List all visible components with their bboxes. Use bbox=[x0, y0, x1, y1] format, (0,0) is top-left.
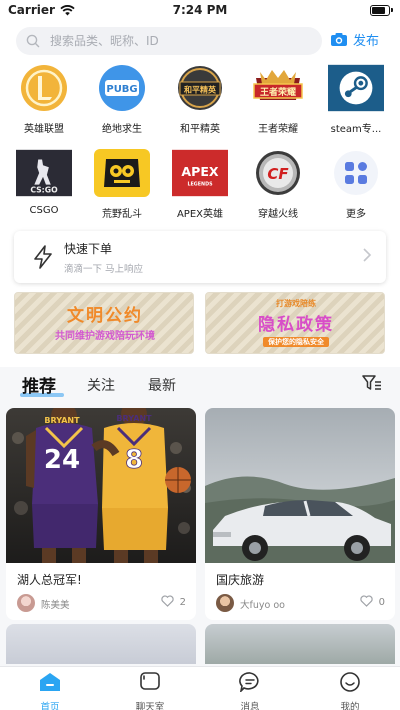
publish-label: 发布 bbox=[353, 34, 380, 49]
honor-of-kings-icon: 王者荣耀 bbox=[250, 64, 306, 112]
tab-recommend[interactable]: 推荐 bbox=[22, 372, 56, 397]
game-name: 更多 bbox=[346, 209, 366, 220]
game-item-honor-of-kings[interactable]: 王者荣耀 王者荣耀 bbox=[242, 64, 314, 135]
apex-badge-sub: LEGENDS bbox=[187, 182, 213, 188]
nav-label: 首页 bbox=[40, 702, 60, 710]
game-item-pubg[interactable]: PUBG 绝地求生 bbox=[86, 64, 158, 135]
jersey-name-right: BRYANT bbox=[116, 414, 152, 423]
post-image-car-travel bbox=[205, 408, 395, 563]
feed-tab-bar: 推荐 关注 最新 bbox=[0, 367, 400, 401]
nav-profile[interactable]: 我的 bbox=[320, 672, 380, 710]
peace-elite-badge-text: 和平精英 bbox=[184, 85, 217, 95]
bottom-tab-bar: 首页 聊天室 消息 我的 bbox=[0, 666, 400, 710]
battery-icon bbox=[370, 5, 393, 16]
heart-icon[interactable] bbox=[360, 595, 373, 607]
banner-subtitle: 共同维护游戏陪玩环境 bbox=[55, 331, 155, 342]
search-icon bbox=[26, 34, 40, 48]
banner-title: 隐私政策 bbox=[258, 315, 334, 335]
like-count: 2 bbox=[179, 597, 186, 608]
game-item-peace-elite[interactable]: 和平精英 和平精英 bbox=[164, 64, 236, 135]
banner-privacy-policy[interactable]: 打游戏陪练 隐私政策 保护您的隐私安全 bbox=[205, 292, 385, 354]
csgo-icon: CS:GO bbox=[16, 149, 72, 197]
post-image-basketball: BRYANT 24 BRYANT 8 bbox=[6, 408, 196, 563]
honor-of-kings-badge-text: 王者荣耀 bbox=[260, 86, 296, 98]
more-grid-icon bbox=[328, 149, 384, 197]
apex-badge-text: APEX bbox=[181, 164, 218, 179]
like-count: 0 bbox=[378, 597, 385, 608]
crossfire-badge-text: CF bbox=[267, 165, 289, 183]
banner-title: 文明公约 bbox=[67, 306, 143, 326]
post-title: 湖人总冠军! bbox=[17, 573, 82, 587]
game-name: 英雄联盟 bbox=[24, 124, 64, 135]
nav-chat-room[interactable]: 聊天室 bbox=[120, 672, 180, 710]
nav-label: 聊天室 bbox=[135, 702, 165, 710]
jersey-name-left: BRYANT bbox=[44, 416, 80, 425]
game-name: 绝地求生 bbox=[102, 124, 142, 135]
chevron-right-icon bbox=[363, 248, 372, 262]
profile-icon bbox=[340, 672, 360, 692]
post-author: 大fuyo oo bbox=[240, 600, 285, 611]
publish-button[interactable]: 发布 bbox=[330, 30, 379, 49]
game-item-more[interactable]: 更多 bbox=[320, 149, 392, 220]
lol-icon bbox=[16, 64, 72, 112]
status-bar: Carrier 7:24 PM bbox=[0, 0, 400, 22]
game-name: 穿越火线 bbox=[258, 209, 298, 220]
nav-label: 消息 bbox=[240, 702, 260, 710]
banner-subtitle: 保护您的隐私安全 bbox=[206, 337, 384, 347]
pubg-icon: PUBG bbox=[94, 64, 150, 112]
peace-elite-icon: 和平精英 bbox=[172, 64, 228, 112]
quick-order-title: 快速下单 bbox=[64, 242, 113, 256]
brawl-stars-icon bbox=[94, 149, 150, 197]
steam-icon bbox=[328, 64, 384, 112]
tab-latest[interactable]: 最新 bbox=[148, 375, 176, 395]
game-name: 王者荣耀 bbox=[258, 124, 298, 135]
jersey-number-right: 8 bbox=[125, 445, 143, 475]
quick-order-card[interactable]: 快速下单 滴滴一下 马上响应 bbox=[14, 231, 386, 283]
chat-room-icon bbox=[140, 672, 160, 690]
game-name: steam专... bbox=[330, 124, 382, 135]
post-author: 陈美美 bbox=[41, 600, 70, 611]
banner-civility-pact[interactable]: 文明公约 共同维护游戏陪玩环境 bbox=[14, 292, 194, 354]
avatar[interactable] bbox=[17, 594, 35, 612]
post-title: 国庆旅游 bbox=[216, 573, 265, 587]
game-name: CSGO bbox=[29, 205, 59, 216]
post-card[interactable]: 国庆旅游 大fuyo oo 0 bbox=[205, 408, 395, 620]
game-item-brawl-stars[interactable]: 荒野乱斗 bbox=[86, 149, 158, 220]
banner-top: 打游戏陪练 bbox=[276, 299, 316, 308]
avatar[interactable] bbox=[216, 594, 234, 612]
heart-icon[interactable] bbox=[161, 595, 174, 607]
csgo-badge-text: CS:GO bbox=[30, 185, 58, 194]
nav-label: 我的 bbox=[340, 702, 360, 710]
home-header-area: 发布 英雄联盟 PUBG 绝地求生 bbox=[0, 22, 400, 367]
game-name: 荒野乱斗 bbox=[102, 209, 142, 220]
game-name: 和平精英 bbox=[180, 124, 220, 135]
post-card[interactable]: BRYANT 24 BRYANT 8 湖人总冠军! 陈美美 2 bbox=[6, 408, 196, 620]
game-item-crossfire[interactable]: CF 穿越火线 bbox=[242, 149, 314, 220]
game-item-lol[interactable]: 英雄联盟 bbox=[8, 64, 80, 135]
search-input[interactable] bbox=[50, 34, 290, 48]
lightning-icon bbox=[34, 245, 52, 269]
message-icon bbox=[239, 672, 259, 694]
tab-following[interactable]: 关注 bbox=[87, 375, 115, 395]
home-icon bbox=[40, 673, 60, 691]
apex-icon: APEX LEGENDS bbox=[172, 149, 228, 197]
game-item-steam[interactable]: steam专... bbox=[320, 64, 392, 135]
game-item-apex[interactable]: APEX LEGENDS APEX英雄 bbox=[164, 149, 236, 220]
nav-home[interactable]: 首页 bbox=[20, 672, 80, 710]
search-bar[interactable] bbox=[16, 27, 322, 55]
game-item-csgo[interactable]: CS:GO CSGO bbox=[8, 149, 80, 216]
post-card-partial[interactable] bbox=[205, 624, 395, 664]
filter-icon[interactable] bbox=[362, 375, 382, 391]
clock: 7:24 PM bbox=[172, 3, 228, 17]
nav-messages[interactable]: 消息 bbox=[220, 672, 280, 710]
jersey-number-left: 24 bbox=[44, 445, 80, 475]
crossfire-icon: CF bbox=[250, 149, 306, 197]
game-name: APEX英雄 bbox=[176, 209, 224, 220]
post-card-partial[interactable] bbox=[6, 624, 196, 664]
quick-order-subtitle: 滴滴一下 马上响应 bbox=[64, 264, 144, 275]
pubg-badge-text: PUBG bbox=[106, 84, 137, 95]
camera-icon bbox=[331, 33, 347, 46]
